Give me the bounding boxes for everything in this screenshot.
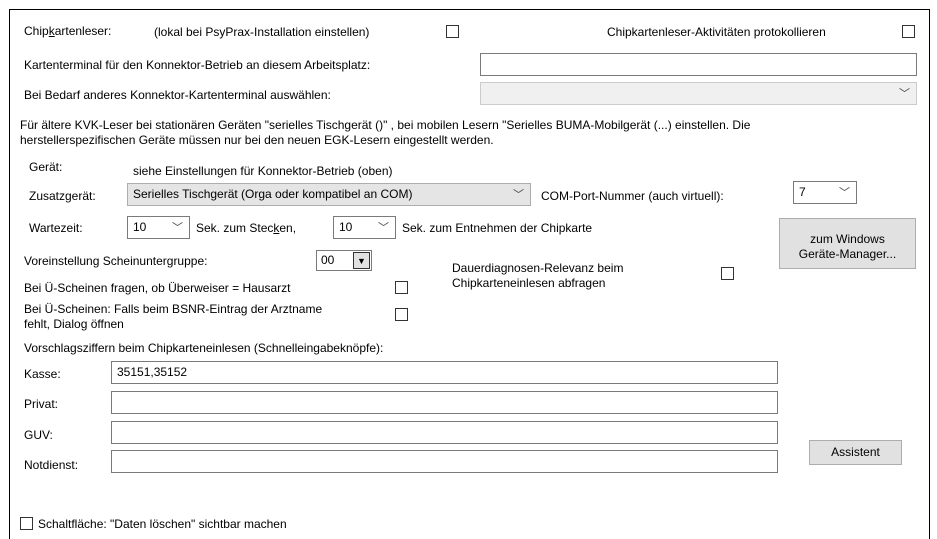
triangle-down-icon: ▼	[353, 252, 370, 269]
zusatzgeraet-label: Zusatzgerät:	[29, 189, 96, 203]
ue-scheinen-bsnr-line1: Bei Ü-Scheinen: Falls beim BSNR-Eintrag …	[24, 302, 323, 316]
stecken-label: Sek. zum Stecken,	[196, 221, 297, 235]
voreinstellung-label: Voreinstellung Scheinuntergruppe:	[24, 254, 208, 268]
notdienst-label: Notdienst:	[24, 458, 79, 472]
geraet-value: siehe Einstellungen für Konnektor-Betrie…	[133, 164, 393, 178]
notdienst-input[interactable]	[111, 450, 778, 473]
entnehmen-label: Sek. zum Entnehmen der Chipkarte	[402, 221, 593, 235]
assistent-button[interactable]: Assistent	[809, 440, 902, 465]
other-terminal-select[interactable]: ﹀	[480, 82, 917, 105]
ue-scheinen-fragen-checkbox[interactable]	[395, 281, 408, 294]
privat-input[interactable]	[111, 391, 778, 414]
guv-input[interactable]	[111, 421, 778, 444]
chipkartenleser-local-checkbox[interactable]	[446, 25, 459, 38]
info-text-line1: Für ältere KVK-Leser bei stationären Ger…	[20, 118, 751, 132]
chevron-down-icon: ﹀	[513, 189, 524, 201]
stecken-select[interactable]: 10 ﹀	[127, 216, 190, 239]
chevron-down-icon: ﹀	[899, 88, 910, 100]
scheinuntergruppe-select[interactable]: 00 ▼	[316, 250, 372, 271]
zusatzgeraet-select[interactable]: Serielles Tischgerät (Orga oder kompatib…	[127, 183, 531, 206]
vorschlag-label: Vorschlagsziffern beim Chipkarteneinlese…	[24, 341, 384, 355]
daten-loeschen-checkbox[interactable]	[20, 517, 33, 530]
device-manager-button-line1: zum Windows	[810, 232, 885, 246]
wartezeit-label: Wartezeit:	[29, 221, 83, 235]
terminal-input[interactable]	[480, 53, 917, 76]
guv-label: GUV:	[24, 428, 53, 442]
geraet-label: Gerät:	[29, 160, 63, 174]
chevron-down-icon: ﹀	[839, 187, 850, 199]
dauerdiagnosen-line1: Dauerdiagnosen-Relevanz beim	[452, 261, 624, 275]
device-manager-button-line2: Geräte-Manager...	[798, 247, 897, 261]
chipkartenleser-label: Chipkartenleser:	[24, 24, 112, 38]
protocol-label: Chipkartenleser-Aktivitäten protokollier…	[607, 25, 826, 39]
ue-scheinen-fragen-label: Bei Ü-Scheinen fragen, ob Überweiser = H…	[24, 281, 291, 295]
entnehmen-select[interactable]: 10 ﹀	[333, 216, 396, 239]
com-port-label: COM-Port-Nummer (auch virtuell):	[541, 189, 724, 203]
info-text-line2: herstellerspezifischen Geräte müssen nur…	[20, 133, 494, 147]
chevron-down-icon: ﹀	[172, 222, 183, 234]
terminal-label: Kartenterminal für den Konnektor-Betrieb…	[24, 58, 371, 72]
local-hint: (lokal bei PsyPrax-Installation einstell…	[154, 25, 370, 39]
chevron-down-icon: ﹀	[378, 222, 389, 234]
kasse-input[interactable]: 35151,35152	[111, 361, 778, 384]
ue-scheinen-bsnr-checkbox[interactable]	[395, 308, 408, 321]
privat-label: Privat:	[24, 397, 59, 411]
dauerdiagnosen-line2: Chipkarteneinlesen abfragen	[452, 276, 606, 290]
com-port-select[interactable]: 7 ﹀	[793, 181, 857, 204]
protocol-checkbox[interactable]	[902, 25, 915, 38]
ue-scheinen-bsnr-line2: fehlt, Dialog öffnen	[24, 317, 124, 331]
dauerdiagnosen-checkbox[interactable]	[721, 267, 734, 280]
kasse-label: Kasse:	[24, 367, 61, 381]
device-manager-button[interactable]: zum Windows Geräte-Manager...	[779, 218, 916, 269]
other-terminal-label: Bei Bedarf anderes Konnektor-Kartentermi…	[24, 88, 331, 102]
daten-loeschen-label: Schaltfläche: "Daten löschen" sichtbar m…	[38, 517, 287, 531]
